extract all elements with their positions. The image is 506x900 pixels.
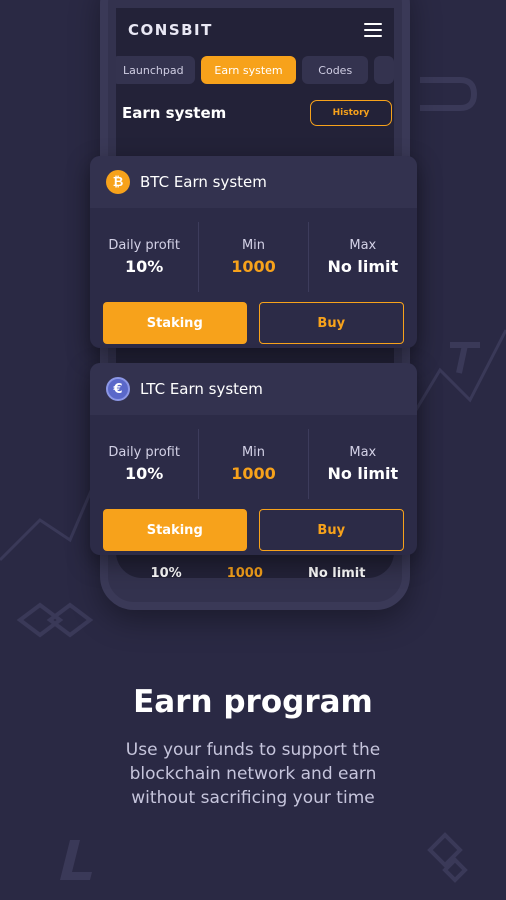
tab-more[interactable] — [374, 56, 394, 84]
page-title: Earn system — [122, 104, 227, 122]
card-actions: Staking Buy — [90, 499, 417, 561]
tab-earn-system[interactable]: Earn system — [200, 56, 297, 84]
stat-value: 10% — [125, 257, 164, 276]
stat-value: 1000 — [231, 257, 276, 276]
stat-min: Min 1000 — [198, 429, 307, 499]
stat-label: Daily profit — [108, 445, 180, 460]
stat-max: Max No limit — [307, 222, 417, 292]
stat-label: Daily profit — [108, 238, 180, 253]
stat-label: Max — [349, 445, 377, 460]
promo-headline: Earn program — [133, 684, 373, 720]
promo-subtext: Use your funds to support the blockchain… — [125, 740, 381, 808]
stat-value: No limit — [327, 257, 399, 276]
app-header: CONSBIT — [116, 8, 394, 52]
stat-daily-profit: Daily profit 10% — [90, 429, 198, 499]
earn-system-header: Earn system History — [116, 84, 394, 126]
stat-label: Min — [241, 445, 266, 460]
stat-label: Max — [349, 238, 377, 253]
card-title: LTC Earn system — [140, 380, 263, 398]
background-daily-value: 10% — [150, 566, 182, 581]
buy-button[interactable]: Buy — [258, 509, 404, 551]
staking-button[interactable]: Staking — [103, 509, 247, 551]
tab-launchpad[interactable]: Launchpad — [116, 56, 195, 84]
tab-codes[interactable]: Codes — [302, 56, 368, 84]
background-stats-row: 10% 1000 No limit — [128, 566, 388, 581]
card-header: € LTC Earn system — [90, 363, 417, 415]
card-stats: Daily profit 10% Min 1000 Max No limit — [90, 429, 417, 499]
background-min-value: 1000 — [226, 566, 263, 581]
stat-value: 10% — [125, 464, 164, 483]
stat-value: No limit — [327, 464, 399, 483]
card-title: BTC Earn system — [140, 173, 267, 191]
stat-min: Min 1000 — [198, 222, 307, 292]
hamburger-menu-icon[interactable] — [364, 23, 382, 37]
background-max-value: No limit — [307, 566, 366, 581]
history-button[interactable]: History — [310, 100, 392, 126]
stat-daily-profit: Daily profit 10% — [90, 222, 198, 292]
card-actions: Staking Buy — [90, 292, 417, 354]
btc-earn-card: ₿ BTC Earn system Daily profit 10% Min 1… — [90, 156, 417, 348]
staking-button[interactable]: Staking — [103, 302, 247, 344]
stat-value: 1000 — [231, 464, 276, 483]
tab-bar: Launchpad Earn system Codes — [116, 52, 394, 84]
ltc-earn-card: € LTC Earn system Daily profit 10% Min 1… — [90, 363, 417, 555]
buy-button[interactable]: Buy — [258, 302, 404, 344]
ltc-icon: € — [106, 377, 130, 401]
btc-icon: ₿ — [106, 170, 130, 194]
app-logo: CONSBIT — [128, 21, 213, 39]
card-stats: Daily profit 10% Min 1000 Max No limit — [90, 222, 417, 292]
card-header: ₿ BTC Earn system — [90, 156, 417, 208]
stat-label: Min — [241, 238, 266, 253]
stat-max: Max No limit — [307, 429, 417, 499]
